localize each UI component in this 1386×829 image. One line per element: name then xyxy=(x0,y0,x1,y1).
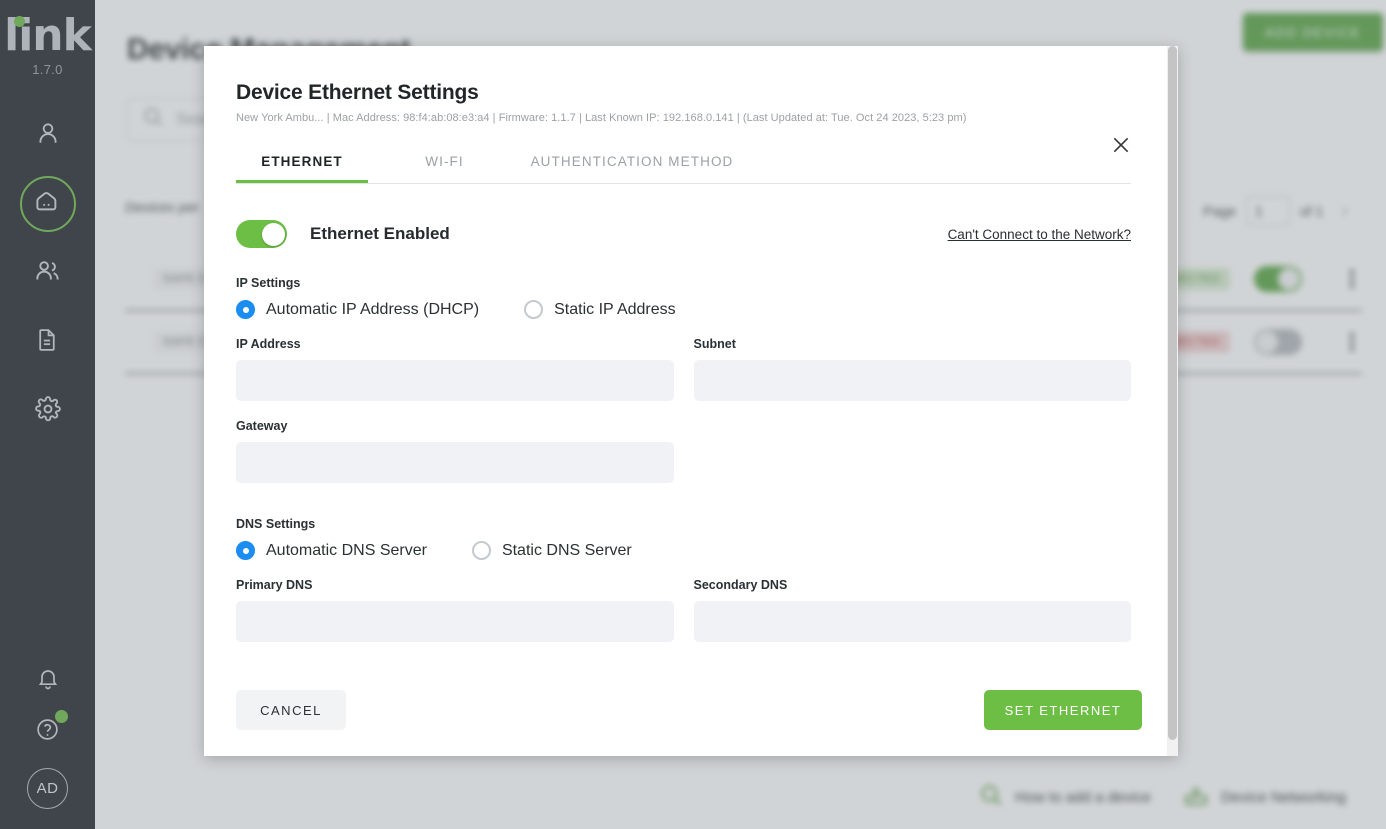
modal-footer: CANCEL SET ETHERNET xyxy=(236,690,1142,730)
tab-ethernet[interactable]: ETHERNET xyxy=(236,154,368,183)
ip-address-field: IP Address xyxy=(236,337,674,401)
subnet-input[interactable] xyxy=(693,360,1131,401)
ethernet-enabled-label: Ethernet Enabled xyxy=(310,224,450,243)
subnet-label: Subnet xyxy=(693,337,736,351)
close-icon[interactable] xyxy=(1109,133,1133,157)
app-root: Device Management ADD DEVICE Search Devi… xyxy=(0,0,1386,829)
secondary-dns-input[interactable] xyxy=(693,601,1131,642)
radio-static-ip-label: Static IP Address xyxy=(554,300,676,318)
secondary-dns-field: Secondary DNS xyxy=(693,578,1131,642)
modal-scrollbar[interactable] xyxy=(1167,46,1178,756)
ethernet-enabled-row: Ethernet Enabled Can't Connect to the Ne… xyxy=(236,220,1131,248)
radio-automatic-dns-label: Automatic DNS Server xyxy=(266,541,427,559)
modal-tabs: ETHERNET WI-FI AUTHENTICATION METHOD xyxy=(236,154,1131,184)
cancel-button[interactable]: CANCEL xyxy=(236,690,346,730)
device-ethernet-settings-modal: Device Ethernet Settings New York Ambu..… xyxy=(204,46,1178,756)
dns-fields: Primary DNS Secondary DNS xyxy=(236,578,1131,642)
radio-static-dns-label: Static DNS Server xyxy=(501,541,632,559)
radio-static-dns[interactable] xyxy=(471,541,491,560)
radio-automatic-dns[interactable] xyxy=(236,541,255,560)
dns-settings-radio-group: Automatic DNS Server Static DNS Server xyxy=(236,541,1131,560)
ip-address-label: IP Address xyxy=(236,337,301,351)
ip-settings-label: IP Settings xyxy=(236,276,301,290)
modal-scrollbar-thumb[interactable] xyxy=(1168,46,1177,740)
primary-dns-label: Primary DNS xyxy=(236,578,313,592)
gateway-spacer xyxy=(694,419,1132,483)
gateway-field: Gateway xyxy=(236,419,674,483)
ethernet-enabled-toggle[interactable] xyxy=(236,220,287,248)
gateway-label: Gateway xyxy=(236,419,288,433)
gateway-input[interactable] xyxy=(236,442,674,483)
modal-subtitle: New York Ambu... | Mac Address: 98:f4:ab… xyxy=(236,112,967,124)
cant-connect-link[interactable]: Can't Connect to the Network? xyxy=(948,227,1131,242)
ip-address-input[interactable] xyxy=(236,360,674,401)
ip-subnet-fields: IP Address Subnet xyxy=(236,337,1131,401)
ip-settings-radio-group: Automatic IP Address (DHCP) Static IP Ad… xyxy=(236,300,1131,319)
subnet-field: Subnet xyxy=(693,337,1131,401)
radio-automatic-ip[interactable] xyxy=(236,300,255,319)
primary-dns-input[interactable] xyxy=(236,601,674,642)
dns-settings-label: DNS Settings xyxy=(236,517,316,531)
radio-static-ip[interactable] xyxy=(524,300,544,319)
primary-dns-field: Primary DNS xyxy=(236,578,674,642)
tab-wifi[interactable]: WI-FI xyxy=(386,154,503,183)
radio-automatic-ip-label: Automatic IP Address (DHCP) xyxy=(266,300,480,318)
tab-authentication-method[interactable]: AUTHENTICATION METHOD xyxy=(517,154,747,183)
set-ethernet-button[interactable]: SET ETHERNET xyxy=(984,690,1142,730)
modal-body: Device Ethernet Settings New York Ambu..… xyxy=(204,81,1167,642)
modal-title: Device Ethernet Settings xyxy=(236,81,479,104)
secondary-dns-label: Secondary DNS xyxy=(693,578,788,592)
gateway-fields: Gateway xyxy=(236,419,1131,483)
